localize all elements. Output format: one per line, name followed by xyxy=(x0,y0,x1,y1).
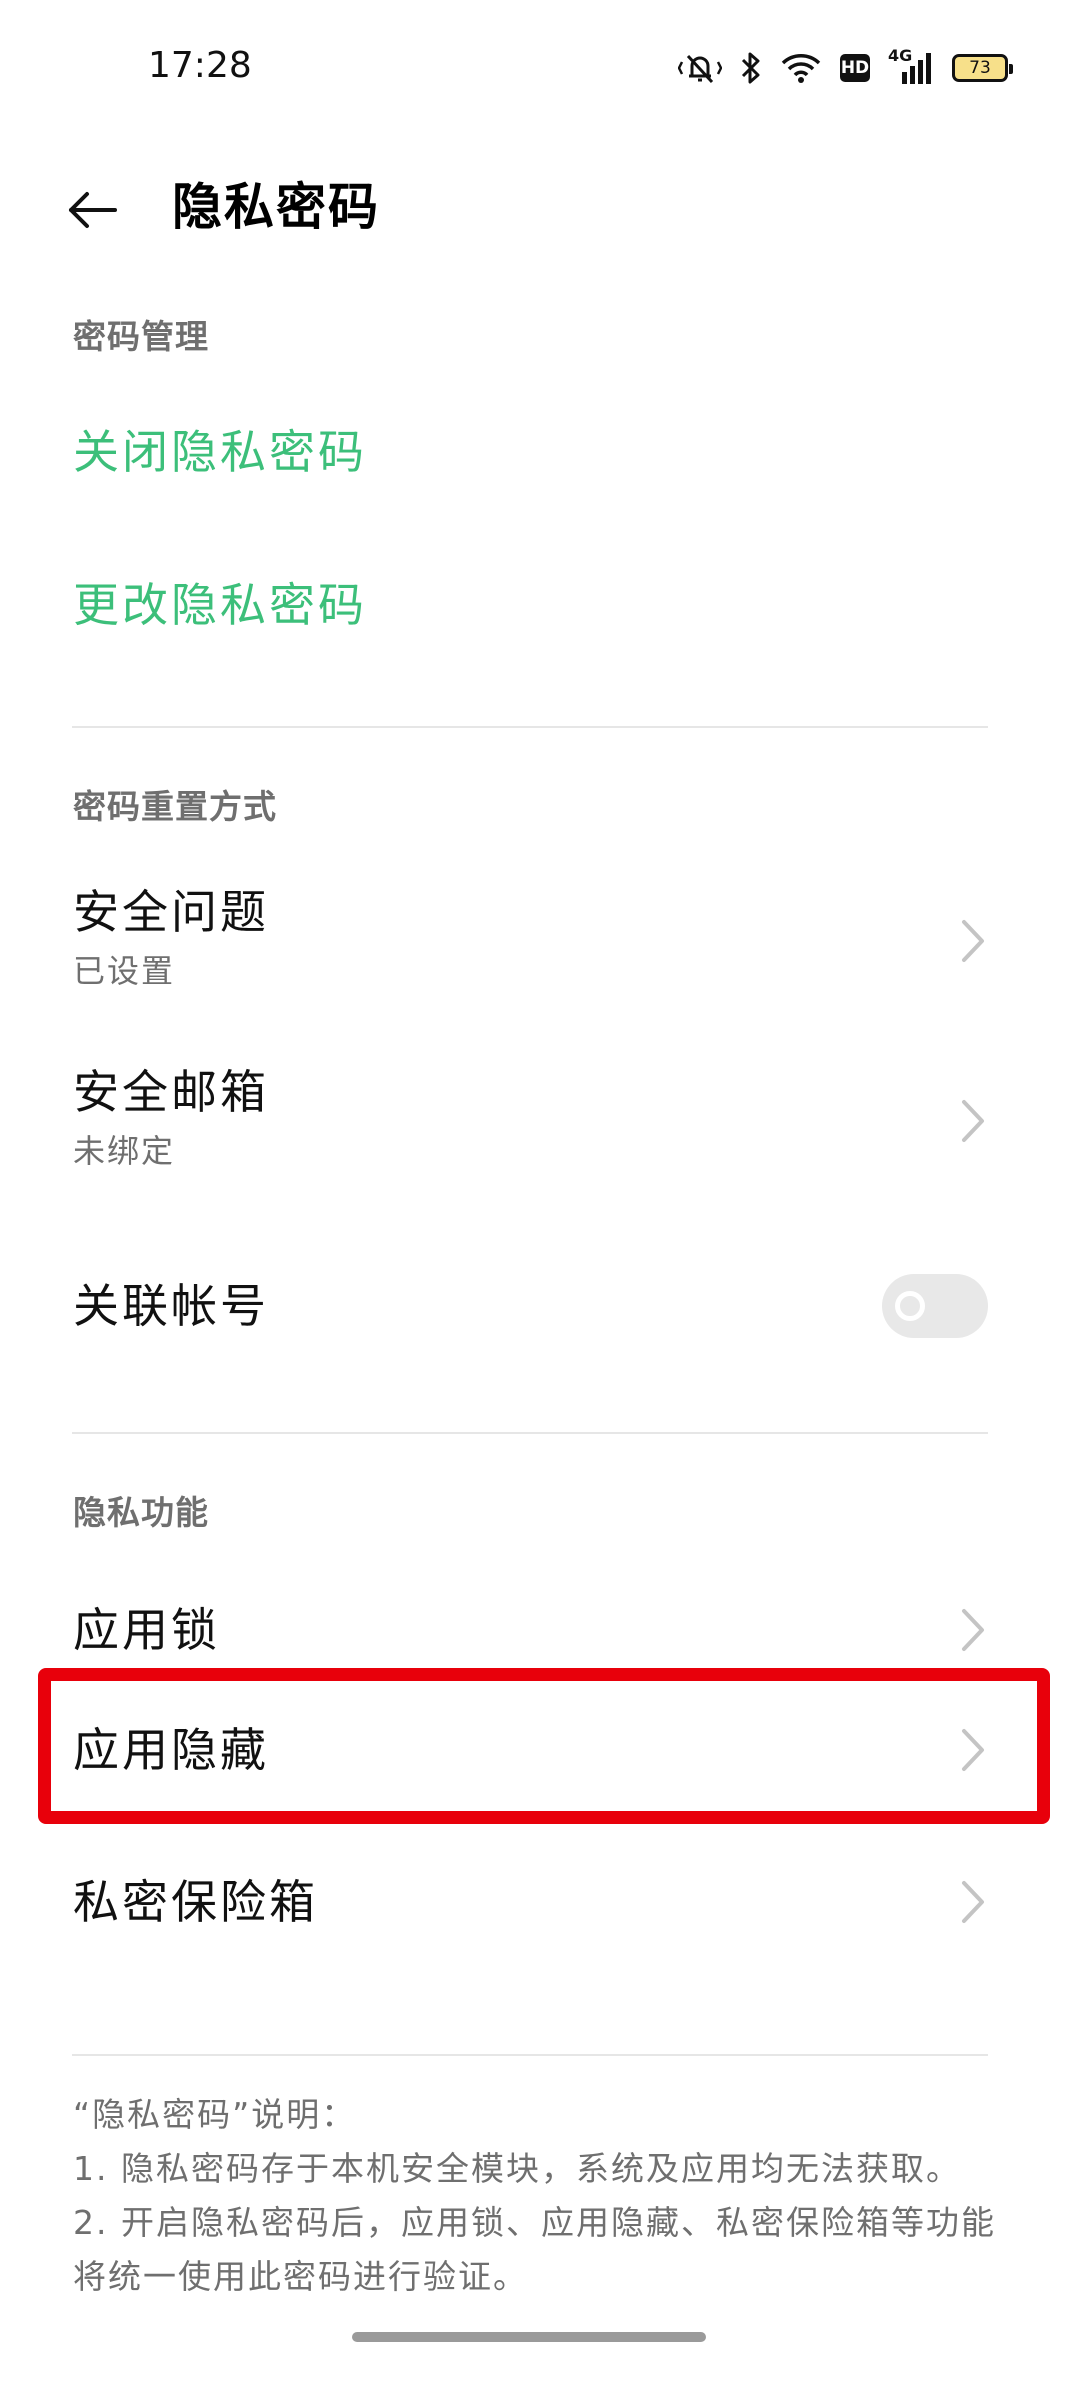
status-bar: 17:28 HD 4G 73 xyxy=(0,0,1080,120)
notes-line-3: 将统一使用此密码进行验证。 xyxy=(73,2257,528,2296)
wifi-icon xyxy=(780,51,822,85)
chevron-right-icon xyxy=(962,920,984,962)
private-safe-row[interactable]: 私密保险箱 xyxy=(0,1842,1080,1962)
status-icons: HD 4G 73 xyxy=(678,46,1013,88)
divider xyxy=(72,1432,988,1434)
notes-line-2: 2. 开启隐私密码后，应用锁、应用隐藏、私密保险箱等功能 xyxy=(73,2203,996,2242)
battery-level: 73 xyxy=(969,58,991,78)
section-header-privacy-features: 隐私功能 xyxy=(73,1493,209,1532)
change-privacy-password-button[interactable]: 更改隐私密码 xyxy=(73,575,367,635)
home-indicator[interactable] xyxy=(352,2332,706,2342)
section-header-reset-method: 密码重置方式 xyxy=(73,787,277,826)
security-question-row[interactable]: 安全问题 已设置 xyxy=(0,870,1080,1000)
app-lock-title: 应用锁 xyxy=(73,1603,220,1657)
chevron-right-icon xyxy=(962,1729,984,1771)
private-safe-title: 私密保险箱 xyxy=(73,1875,318,1929)
toggle-knob xyxy=(895,1291,925,1321)
page-title: 隐私密码 xyxy=(172,178,380,236)
linked-account-toggle[interactable] xyxy=(882,1274,988,1338)
app-hide-row[interactable]: 应用隐藏 xyxy=(0,1690,1080,1810)
linked-account-title: 关联帐号 xyxy=(73,1279,269,1333)
notes-title: “隐私密码”说明： xyxy=(73,2095,357,2134)
app-lock-row[interactable]: 应用锁 xyxy=(0,1570,1080,1690)
linked-account-row: 关联帐号 xyxy=(0,1240,1080,1370)
mute-vibrate-icon xyxy=(678,50,722,86)
divider xyxy=(72,726,988,728)
security-email-title: 安全邮箱 xyxy=(73,1065,269,1119)
security-question-status: 已设置 xyxy=(73,952,176,990)
privacy-password-notes: “隐私密码”说明： 1. 隐私密码存于本机安全模块，系统及应用均无法获取。 2.… xyxy=(73,2088,996,2304)
cellular-signal-icon: 4G xyxy=(888,46,934,86)
security-email-status: 未绑定 xyxy=(73,1132,176,1170)
back-button[interactable] xyxy=(58,180,128,240)
security-email-row[interactable]: 安全邮箱 未绑定 xyxy=(0,1050,1080,1180)
bluetooth-icon xyxy=(740,51,762,85)
chevron-right-icon xyxy=(962,1100,984,1142)
close-privacy-password-button[interactable]: 关闭隐私密码 xyxy=(73,422,367,482)
security-question-title: 安全问题 xyxy=(73,885,269,939)
notes-line-1: 1. 隐私密码存于本机安全模块，系统及应用均无法获取。 xyxy=(73,2149,961,2188)
battery-icon: 73 xyxy=(952,54,1013,82)
status-time: 17:28 xyxy=(148,45,252,86)
divider xyxy=(72,2054,988,2056)
section-header-password-management: 密码管理 xyxy=(73,317,209,356)
app-hide-title: 应用隐藏 xyxy=(73,1723,269,1777)
chevron-right-icon xyxy=(962,1881,984,1923)
hd-icon: HD xyxy=(840,54,870,82)
app-header: 隐私密码 xyxy=(0,150,1080,270)
chevron-right-icon xyxy=(962,1609,984,1651)
back-arrow-icon xyxy=(69,192,117,228)
